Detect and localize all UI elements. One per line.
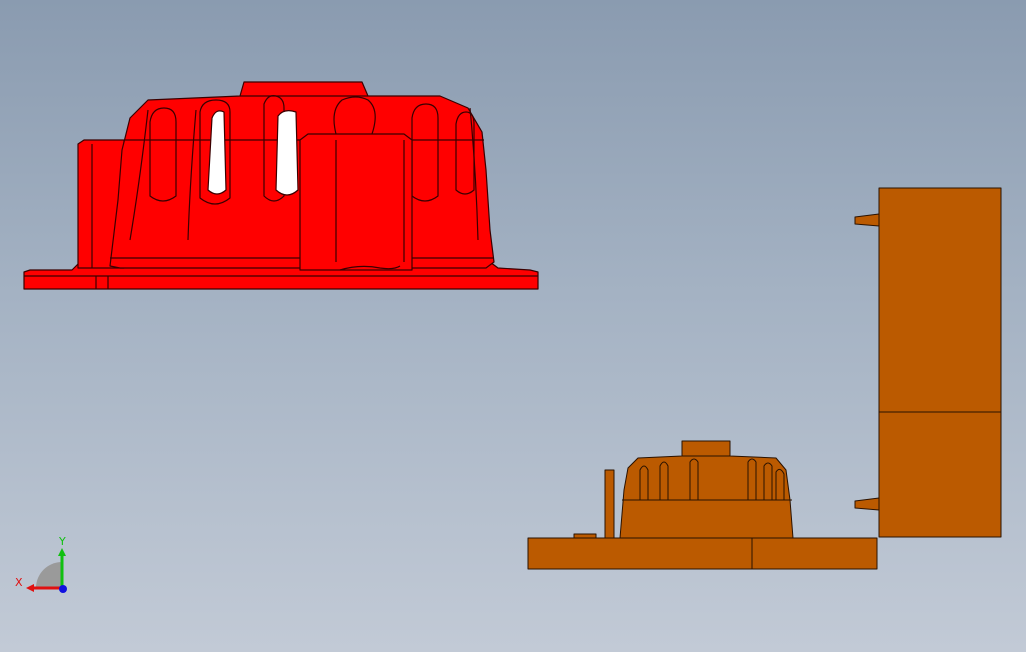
mold-base-plate-right	[751, 537, 878, 570]
mold-side-block-lower	[878, 411, 1002, 538]
triad-y-arrow-icon	[58, 548, 66, 556]
mold-side-pin-top	[854, 213, 880, 227]
triad-z-axis-icon	[59, 585, 67, 593]
triad-x-label: X	[15, 576, 23, 589]
triad-x-arrow-icon	[26, 584, 34, 592]
model-scene[interactable]: X Y	[0, 0, 1026, 652]
mold-assembly[interactable]	[527, 187, 1002, 570]
cover-part-selected[interactable]	[23, 81, 539, 290]
triad-plane-quadrant	[36, 562, 62, 588]
cover-slot-5	[275, 110, 299, 196]
graphics-viewport[interactable]: X Y	[0, 0, 1026, 652]
mold-base-small-tab	[573, 533, 597, 539]
mold-base-plate-left	[527, 537, 753, 570]
triad-y-label: Y	[58, 535, 66, 548]
cover-latch-block	[299, 133, 413, 271]
mold-post	[604, 469, 615, 539]
mold-side-pin-bottom	[854, 497, 880, 511]
orientation-triad: X Y	[15, 535, 67, 593]
mold-side-block-upper	[878, 187, 1002, 413]
